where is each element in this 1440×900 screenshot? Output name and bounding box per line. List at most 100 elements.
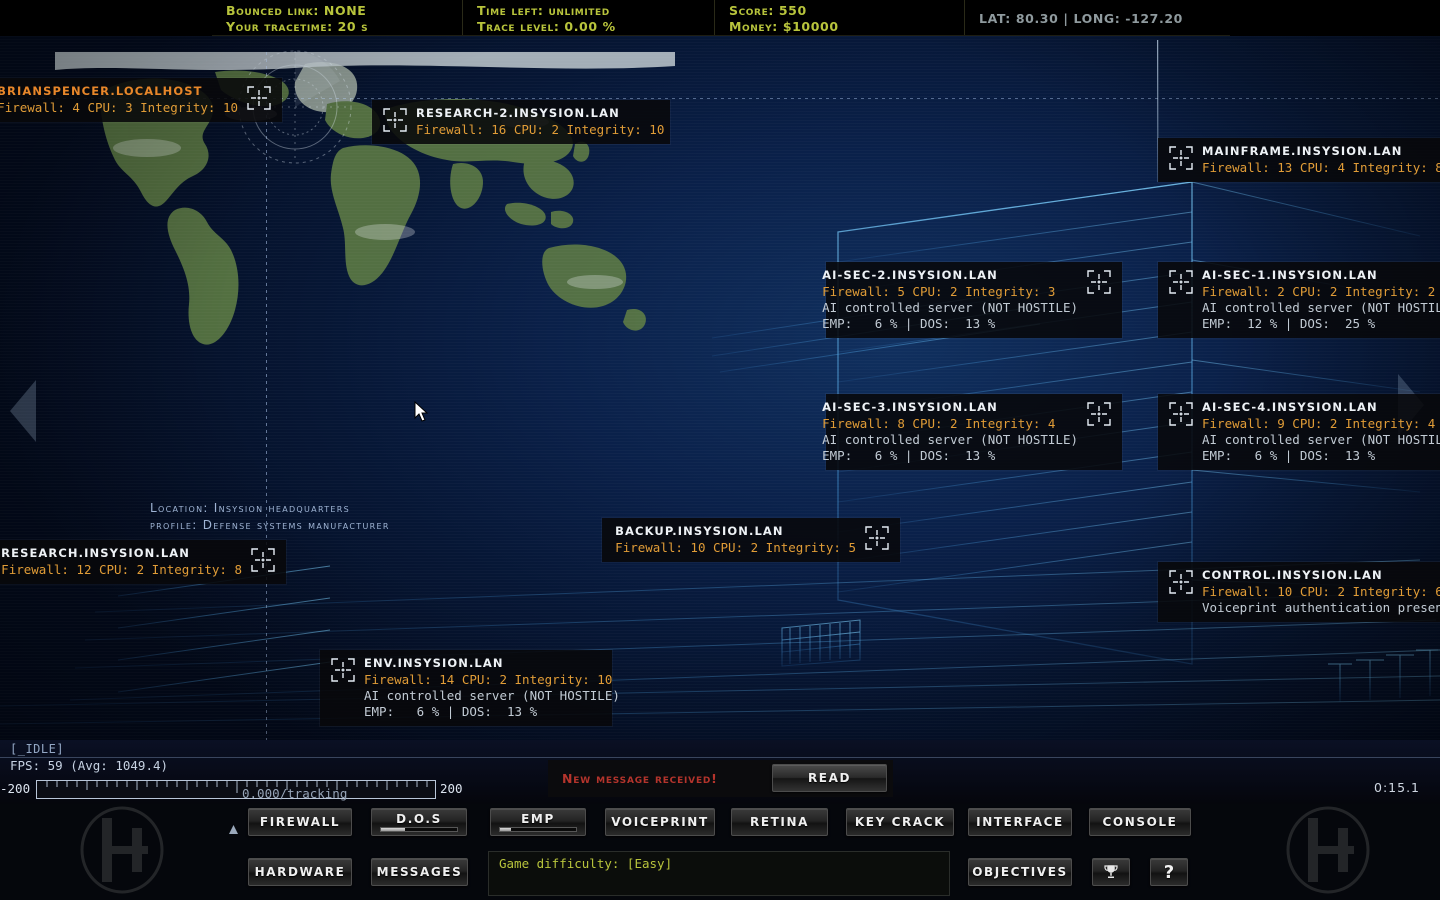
node-text-block: MAINFRAME.INSYSION.LANFirewall: 13 CPU: …: [1202, 143, 1440, 176]
node-crosshair-icon[interactable]: [250, 547, 276, 573]
tool-button-d-o-s[interactable]: D.O.S: [371, 808, 467, 836]
node-panel-env[interactable]: ENV.INSYSION.LANFirewall: 14 CPU: 2 Inte…: [320, 650, 612, 726]
ruler-min-label: -200: [0, 781, 30, 796]
node-crosshair-icon[interactable]: [1086, 269, 1112, 295]
node-panel-ai-sec-1[interactable]: AI-SEC-1.INSYSION.LANFirewall: 2 CPU: 2 …: [1158, 262, 1440, 338]
node-panel-brianspencer[interactable]: BRIANSPENCER.LOCALHOSTFirewall: 4 CPU: 3…: [0, 78, 282, 122]
node-text-block: RESEARCH.INSYSION.LANFirewall: 12 CPU: 2…: [1, 545, 242, 578]
tool-button-hardware-label: HARDWARE: [255, 865, 346, 879]
read-button[interactable]: READ: [772, 764, 887, 792]
node-crosshair-icon[interactable]: [1086, 401, 1112, 427]
pan-left-arrow[interactable]: [6, 376, 40, 446]
ruler-max-label: 200: [440, 781, 463, 796]
node-panel-research[interactable]: RESEARCH.INSYSION.LANFirewall: 12 CPU: 2…: [0, 540, 286, 584]
node-stats: Firewall: 10 CPU: 2 Integrity: 5: [615, 539, 856, 556]
node-crosshair-icon[interactable]: [246, 85, 272, 111]
node-crosshair-icon[interactable]: [330, 657, 356, 683]
topbar-cell-coords: LAT: 80.30 | LONG: -127.20: [964, 0, 1224, 36]
tracetime-text: Your tracetime: 20 s: [226, 19, 462, 35]
tracking-text: 0.000/tracking: [242, 786, 347, 801]
hv-logo-right: [1268, 802, 1388, 898]
node-stats: Firewall: 10 CPU: 2 Integrity: 6: [1202, 583, 1440, 600]
tool-button-firewall[interactable]: FIREWALL: [248, 808, 352, 836]
node-panel-control[interactable]: CONTROL.INSYSION.LANFirewall: 10 CPU: 2 …: [1158, 562, 1440, 622]
node-text-block: BACKUP.INSYSION.LANFirewall: 10 CPU: 2 I…: [615, 523, 856, 556]
top-status-bar: Bounced link: NONE Your tracetime: 20 s …: [0, 0, 1440, 36]
node-description: AI controlled server (NOT HOSTILE): [1202, 432, 1440, 448]
ruler-bar: [36, 780, 436, 799]
node-stats: Firewall: 5 CPU: 2 Integrity: 3: [822, 283, 1078, 300]
node-stats: Firewall: 8 CPU: 2 Integrity: 4: [822, 415, 1078, 432]
console-divider: [0, 757, 1440, 758]
node-crosshair-icon[interactable]: [1168, 145, 1194, 171]
mouse-cursor: [414, 401, 430, 423]
tool-button-interface-label: INTERFACE: [976, 815, 1064, 829]
difficulty-panel[interactable]: Game difficulty: [Easy]: [488, 851, 950, 896]
node-crosshair-icon[interactable]: [1168, 269, 1194, 295]
node-hostname: AI-SEC-3.INSYSION.LAN: [822, 399, 1078, 415]
tool-button-emp-progress: [499, 827, 577, 832]
tool-button-retina[interactable]: RETINA: [731, 808, 828, 836]
node-description: AI controlled server (NOT HOSTILE): [364, 688, 620, 704]
node-stats: Firewall: 4 CPU: 3 Integrity: 10: [0, 99, 238, 116]
tool-button-interface[interactable]: INTERFACE: [968, 808, 1072, 836]
node-hostname: CONTROL.INSYSION.LAN: [1202, 567, 1440, 583]
node-text-block: RESEARCH-2.INSYSION.LANFirewall: 16 CPU:…: [416, 105, 664, 138]
tool-button-emp[interactable]: EMP: [490, 808, 586, 836]
tool-button-firewall-label: FIREWALL: [260, 815, 340, 829]
node-crosshair-icon[interactable]: [1168, 569, 1194, 595]
hv-logo-left: [62, 802, 182, 898]
achievements-button[interactable]: [1092, 858, 1130, 886]
node-crosshair-icon[interactable]: [1168, 401, 1194, 427]
fps-text: FPS: 59 (Avg: 1049.4): [10, 758, 168, 773]
node-stats: Firewall: 2 CPU: 2 Integrity: 2: [1202, 283, 1440, 300]
node-hostname: AI-SEC-2.INSYSION.LAN: [822, 267, 1078, 283]
profile-line: profile: Defense systems manufacturer: [150, 517, 390, 534]
node-panel-backup[interactable]: BACKUP.INSYSION.LANFirewall: 10 CPU: 2 I…: [602, 518, 900, 562]
tool-button-messages[interactable]: MESSAGES: [371, 858, 468, 886]
node-panel-ai-sec-2[interactable]: AI-SEC-2.INSYSION.LANFirewall: 5 CPU: 2 …: [826, 262, 1122, 338]
node-hostname: BRIANSPENCER.LOCALHOST: [0, 83, 238, 99]
tool-button-console-label: CONSOLE: [1103, 815, 1178, 829]
node-text-block: BRIANSPENCER.LOCALHOSTFirewall: 4 CPU: 3…: [0, 83, 238, 116]
node-hostname: MAINFRAME.INSYSION.LAN: [1202, 143, 1440, 159]
node-hostname: RESEARCH.INSYSION.LAN: [1, 545, 242, 561]
node-panel-ai-sec-4[interactable]: AI-SEC-4.INSYSION.LANFirewall: 9 CPU: 2 …: [1158, 394, 1440, 470]
node-panel-ai-sec-3[interactable]: AI-SEC-3.INSYSION.LANFirewall: 8 CPU: 2 …: [826, 394, 1122, 470]
money-text: Money: $10000: [729, 19, 964, 35]
game-screen: Bounced link: NONE Your tracetime: 20 s …: [0, 0, 1440, 900]
node-stats: Firewall: 16 CPU: 2 Integrity: 10: [416, 121, 664, 138]
coordinates-text: LAT: 80.30 | LONG: -127.20: [979, 11, 1224, 27]
tool-button-hardware[interactable]: HARDWARE: [248, 858, 352, 886]
node-hostname: AI-SEC-4.INSYSION.LAN: [1202, 399, 1440, 415]
node-text-block: AI-SEC-2.INSYSION.LANFirewall: 5 CPU: 2 …: [822, 267, 1078, 332]
tool-button-voiceprint-label: VOICEPRINT: [611, 815, 708, 829]
difficulty-text: Game difficulty: [Easy]: [499, 856, 949, 871]
topbar-cell-score: Score: 550 Money: $10000: [714, 0, 964, 36]
tool-button-key-crack[interactable]: KEY CRACK: [846, 808, 954, 836]
node-hostname: BACKUP.INSYSION.LAN: [615, 523, 856, 539]
bounced-link-text: Bounced link: NONE: [226, 3, 462, 19]
node-stats: Firewall: 9 CPU: 2 Integrity: 4: [1202, 415, 1440, 432]
node-crosshair-icon[interactable]: [864, 525, 890, 551]
tool-button-console[interactable]: CONSOLE: [1089, 808, 1191, 836]
topbar-left-pad: [0, 0, 212, 36]
help-button[interactable]: ?: [1150, 858, 1188, 886]
tool-button-voiceprint[interactable]: VOICEPRINT: [605, 808, 715, 836]
tool-button-retina-label: RETINA: [750, 815, 809, 829]
node-panel-research-2[interactable]: RESEARCH-2.INSYSION.LANFirewall: 16 CPU:…: [372, 100, 670, 144]
node-panel-mainframe[interactable]: MAINFRAME.INSYSION.LANFirewall: 13 CPU: …: [1158, 138, 1440, 182]
node-text-block: ENV.INSYSION.LANFirewall: 14 CPU: 2 Inte…: [364, 655, 620, 720]
objectives-button[interactable]: OBJECTIVES: [968, 858, 1072, 886]
guide-line-vertical: [266, 52, 267, 740]
node-crosshair-icon[interactable]: [382, 107, 408, 133]
topbar-cell-time: Time left: unlimited Trace level: 0.00 %: [462, 0, 714, 36]
ruler-ticks: [37, 781, 437, 800]
node-hostname: ENV.INSYSION.LAN: [364, 655, 620, 671]
trace-level-text: Trace level: 0.00 %: [477, 19, 714, 35]
location-line: Location: Insysion headquarters: [150, 500, 390, 517]
tracking-marker-icon: [228, 824, 239, 835]
node-emp-dos: EMP: 6 % | DOS: 13 %: [822, 316, 1078, 332]
node-emp-dos: EMP: 6 % | DOS: 13 %: [1202, 448, 1440, 464]
objectives-button-label: OBJECTIVES: [972, 865, 1068, 879]
